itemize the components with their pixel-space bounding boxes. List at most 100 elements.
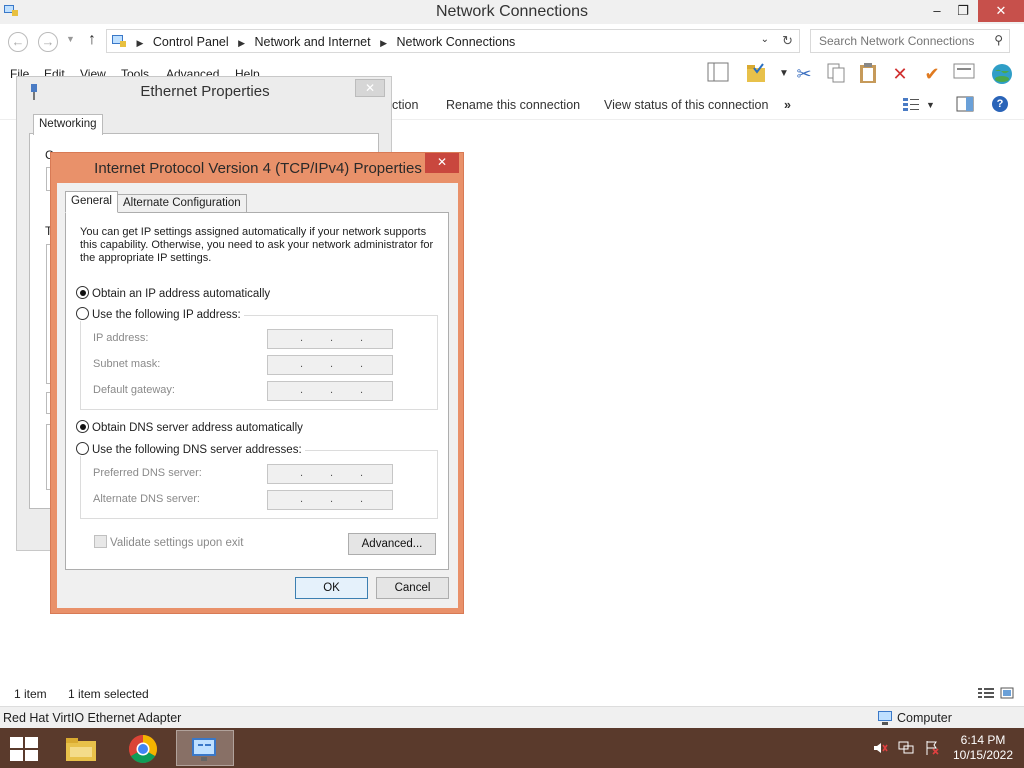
ipv4-dialog-body: General Alternate Configuration You can … [57, 183, 458, 608]
search-box: ⚲ [810, 29, 1010, 53]
tab-alternate-configuration[interactable]: Alternate Configuration [117, 194, 247, 213]
taskbar: 6:14 PM 10/15/2022 [0, 728, 1024, 768]
maximize-button[interactable]: ❐ [950, 0, 976, 22]
address-row: ← → ▼ ↑ ▶ Control Panel ▶ Network and In… [0, 26, 1024, 56]
dns-manual-label[interactable]: Use the following DNS server addresses: [92, 444, 302, 456]
ip-manual-label[interactable]: Use the following IP address: [92, 309, 241, 321]
address-dropdown-icon[interactable]: ⌄ [761, 34, 769, 45]
advanced-button[interactable]: Advanced... [348, 533, 436, 555]
search-input[interactable] [817, 31, 987, 51]
validate-checkbox [94, 535, 107, 548]
adapter-name: Red Hat VirtIO Ethernet Adapter [3, 711, 182, 725]
change-view-icon[interactable] [902, 96, 920, 115]
breadcrumb-control-panel[interactable]: Control Panel [153, 35, 229, 49]
dns-auto-radio[interactable] [76, 420, 89, 433]
ip-address-label: IP address: [93, 332, 149, 344]
search-icon[interactable]: ⚲ [994, 33, 1003, 47]
dns-server-group: Preferred DNS server: ... Alternate DNS … [80, 450, 438, 519]
ip-auto-label[interactable]: Obtain an IP address automatically [92, 288, 270, 300]
cancel-button[interactable]: Cancel [376, 577, 449, 599]
alternate-dns-field: ... [267, 490, 393, 510]
obtain-dns-automatically-option[interactable]: Obtain DNS server address automatically [76, 420, 303, 434]
ip-address-field: ... [267, 329, 393, 349]
details-status-bar: Red Hat VirtIO Ethernet Adapter Computer [0, 706, 1024, 728]
ip-manual-radio[interactable] [76, 307, 89, 320]
selected-count: 1 item selected [68, 687, 149, 701]
status-bar: 1 item 1 item selected [0, 684, 1024, 704]
breadcrumb: ▶ Control Panel ▶ Network and Internet ▶… [111, 34, 515, 49]
clock[interactable]: 6:14 PM 10/15/2022 [950, 733, 1016, 763]
back-icon[interactable]: ← [8, 32, 28, 52]
ethernet-dialog-title: Ethernet Properties [140, 83, 270, 100]
details-view-icon[interactable] [978, 687, 994, 702]
forward-icon[interactable]: → [38, 32, 58, 52]
default-gateway-label: Default gateway: [93, 384, 175, 396]
toolbar: ▼ ✂ ✕ ✔ [700, 62, 1024, 90]
delete-icon[interactable]: ✕ [888, 62, 912, 86]
intro-text: You can get IP settings assigned automat… [80, 226, 434, 264]
use-following-dns-option[interactable]: Use the following DNS server addresses: [76, 442, 305, 456]
ipv4-dialog-title: Internet Protocol Version 4 (TCP/IPv4) P… [94, 160, 422, 177]
close-button[interactable]: ✕ [978, 0, 1024, 22]
dns-manual-radio[interactable] [76, 442, 89, 455]
item-count: 1 item [14, 687, 47, 701]
breadcrumb-network-connections[interactable]: Network Connections [396, 35, 515, 49]
tab-general[interactable]: General [65, 191, 118, 213]
volume-muted-icon[interactable] [872, 743, 892, 759]
view-dropdown-icon[interactable]: ▼ [926, 100, 935, 110]
recent-locations-dropdown-icon[interactable]: ▼ [66, 34, 75, 44]
globe-icon[interactable] [990, 62, 1014, 86]
view-status-command[interactable]: View status of this connection [604, 98, 768, 112]
folder-check-icon[interactable] [744, 62, 768, 86]
pane-icon[interactable] [706, 62, 730, 86]
start-button[interactable] [8, 736, 38, 761]
chrome-taskbar-button[interactable] [114, 730, 172, 766]
address-bar[interactable]: ▶ Control Panel ▶ Network and Internet ▶… [106, 29, 800, 53]
action-center-alert-icon[interactable] [924, 741, 940, 759]
preferred-dns-field: ... [267, 464, 393, 484]
ipv4-properties-dialog: Internet Protocol Version 4 (TCP/IPv4) P… [50, 152, 464, 614]
large-icons-view-icon[interactable] [1000, 687, 1014, 702]
folder-icon [66, 737, 96, 761]
preview-pane-icon[interactable] [956, 96, 974, 115]
chrome-icon [129, 734, 157, 763]
rename-connection-command[interactable]: Rename this connection [446, 98, 580, 112]
up-icon[interactable]: ↑ [88, 31, 96, 49]
subnet-mask-field: ... [267, 355, 393, 375]
zone-label: Computer [897, 711, 952, 725]
dns-auto-label[interactable]: Obtain DNS server address automatically [92, 422, 303, 434]
command-partial[interactable]: ction [392, 98, 418, 112]
tab-networking[interactable]: Networking [33, 114, 103, 135]
subnet-mask-label: Subnet mask: [93, 358, 161, 370]
validate-label: Validate settings upon exit [110, 537, 244, 549]
file-explorer-taskbar-button[interactable] [52, 730, 110, 766]
ip-address-group: IP address: ... Subnet mask: ... Default… [80, 315, 438, 410]
properties-icon[interactable] [952, 62, 976, 86]
window-title: Network Connections [435, 3, 589, 20]
help-icon[interactable]: ? [992, 96, 1008, 112]
breadcrumb-network-and-internet[interactable]: Network and Internet [255, 35, 371, 49]
clock-date: 10/15/2022 [952, 748, 1014, 762]
breadcrumb-separator: ▶ [136, 38, 144, 48]
ipv4-close-button[interactable]: ✕ [425, 153, 459, 173]
breadcrumb-separator[interactable]: ▶ [238, 38, 245, 48]
network-icon[interactable] [898, 741, 918, 759]
paste-icon[interactable] [856, 62, 880, 86]
minimize-button[interactable]: – [924, 0, 950, 22]
control-panel-taskbar-button[interactable] [176, 730, 234, 766]
use-following-ip-option[interactable]: Use the following IP address: [76, 307, 244, 321]
copy-icon[interactable] [824, 62, 848, 86]
control-panel-icon [192, 737, 216, 761]
default-gateway-field: ... [267, 381, 393, 401]
ip-auto-radio[interactable] [76, 286, 89, 299]
ok-button[interactable]: OK [295, 577, 368, 599]
ethernet-close-button[interactable]: ✕ [355, 79, 385, 97]
system-tray [872, 740, 940, 759]
obtain-ip-automatically-option[interactable]: Obtain an IP address automatically [76, 286, 270, 300]
cut-icon[interactable]: ✂ [792, 62, 816, 86]
breadcrumb-separator[interactable]: ▶ [380, 38, 387, 48]
refresh-icon[interactable]: ↻ [782, 33, 793, 49]
more-commands-button[interactable]: » [784, 98, 791, 112]
clock-time: 6:14 PM [960, 733, 1006, 747]
checkmark-icon[interactable]: ✔ [920, 62, 944, 86]
